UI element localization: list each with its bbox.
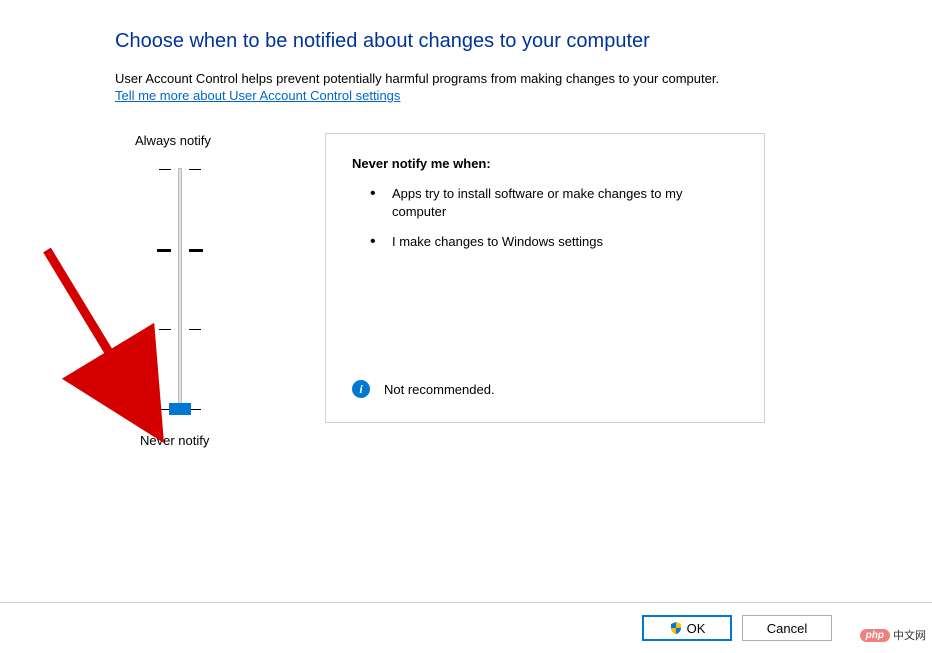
slider-thumb[interactable] [169,403,191,415]
slider-label-never-notify: Never notify [115,433,245,448]
list-item: Apps try to install software or make cha… [370,185,738,221]
list-item: I make changes to Windows settings [370,233,738,251]
cancel-button-label: Cancel [767,621,807,636]
shield-icon [669,621,683,635]
slider-label-always-notify: Always notify [115,133,245,148]
info-panel-list: Apps try to install software or make cha… [352,185,738,252]
slider-tick [157,249,171,252]
slider-tick [159,169,171,170]
watermark-text: 中文网 [893,627,926,643]
slider-track[interactable] [178,168,182,413]
watermark-badge: php [860,629,890,642]
info-panel: Never notify me when: Apps try to instal… [325,133,765,423]
help-link[interactable]: Tell me more about User Account Control … [115,88,400,103]
slider-tick [189,329,201,330]
info-panel-heading: Never notify me when: [352,156,738,171]
slider-tick [189,249,203,252]
slider-tick [189,169,201,170]
page-title: Choose when to be notified about changes… [115,30,912,53]
slider-tick [159,329,171,330]
ok-button-label: OK [687,621,706,636]
main-content: Choose when to be notified about changes… [0,0,932,468]
button-bar: OK Cancel [0,602,932,653]
slider-section: Always notify Never notify [115,133,245,448]
main-area: Always notify Never notify Never notify … [115,133,912,448]
info-icon: i [352,380,370,398]
ok-button[interactable]: OK [642,615,732,641]
watermark: php 中文网 [860,627,926,643]
info-panel-note: i Not recommended. [352,380,495,398]
info-panel-note-text: Not recommended. [384,382,495,397]
page-subtitle: User Account Control helps prevent poten… [115,71,912,86]
slider-track-area [115,168,245,413]
cancel-button[interactable]: Cancel [742,615,832,641]
